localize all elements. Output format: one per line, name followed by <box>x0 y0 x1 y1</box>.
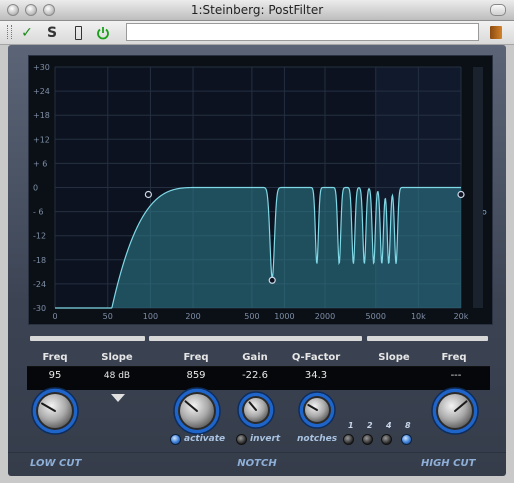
notch-q-label: Q-Factor <box>291 352 341 363</box>
notch-option-4-label: 4 <box>386 421 392 430</box>
power-icon[interactable] <box>94 24 112 42</box>
x-tick-label: 200 <box>185 312 200 321</box>
checkmark-icon[interactable]: ✓ <box>18 24 36 42</box>
eq-graph[interactable]: +30 +24 +18 +12 + 6 0 - 6 -12 -18 -24 -30 0 50 100 200… <box>28 55 493 325</box>
notch-option-8-label: 8 <box>405 421 411 430</box>
y-tick-label: +18 <box>33 111 50 120</box>
highcut-slope-label: Slope <box>378 352 410 363</box>
x-tick-label: 20k <box>454 312 469 321</box>
highcut-freq-knob[interactable] <box>430 386 480 436</box>
book-icon[interactable] <box>490 26 502 39</box>
x-tick-label: 500 <box>244 312 259 321</box>
notch-freq-knob[interactable] <box>172 386 222 436</box>
section-divider <box>8 452 506 453</box>
highcut-range-bar[interactable] <box>367 336 488 341</box>
highcut-handle[interactable] <box>457 190 465 199</box>
y-tick-label: - 6 <box>33 208 44 217</box>
x-tick-label: 10k <box>411 312 426 321</box>
grip-icon <box>7 25 12 39</box>
y-tick-label: -30 <box>33 304 46 313</box>
activate-label: activate <box>184 434 226 444</box>
notch-range-bar[interactable] <box>149 336 362 341</box>
lowcut-freq-knob[interactable] <box>30 386 80 436</box>
x-tick-label: 1000 <box>274 312 294 321</box>
highcut-section-label: HIGH CUT <box>421 458 476 469</box>
toolbar: ✓ S <box>0 21 514 45</box>
notch-gain-value[interactable]: -22.6 <box>236 370 274 381</box>
notch-option-2-led[interactable] <box>362 434 373 445</box>
y-tick-label: -24 <box>33 280 46 289</box>
notch-option-1-led[interactable] <box>343 434 354 445</box>
lowcut-range-bar[interactable] <box>30 336 145 341</box>
notch-gain-label: Gain <box>242 352 268 363</box>
preset-field[interactable] <box>126 23 479 41</box>
y-tick-label: + 6 <box>33 159 47 168</box>
lowcut-freq-label: Freq <box>42 352 68 363</box>
y-tick-label: -18 <box>33 256 46 265</box>
notch-option-4-led[interactable] <box>381 434 392 445</box>
highcut-freq-value[interactable]: --- <box>439 370 473 381</box>
lowcut-slope-value[interactable]: 48 dB <box>93 371 141 381</box>
notch-option-8-led[interactable] <box>401 434 412 445</box>
toolbar-toggle-button[interactable] <box>490 4 506 16</box>
notch-freq-label: Freq <box>183 352 209 363</box>
notches-label: notches <box>297 434 338 444</box>
x-tick-label: 100 <box>143 312 158 321</box>
y-tick-label: +30 <box>33 63 50 72</box>
lowcut-freq-value[interactable]: 95 <box>38 370 72 381</box>
highcut-freq-label: Freq <box>441 352 467 363</box>
x-tick-label: 50 <box>103 312 113 321</box>
y-tick-label: 0 <box>33 184 38 193</box>
slope-dropdown-icon[interactable] <box>111 394 125 402</box>
window-title: 1:Steinberg: PostFilter <box>190 3 324 17</box>
notch-q-value[interactable]: 34.3 <box>299 370 333 381</box>
invert-led[interactable] <box>236 434 247 445</box>
x-tick-label: 5000 <box>366 312 386 321</box>
y-tick-label: +24 <box>33 87 50 96</box>
notch-freq-value[interactable]: 859 <box>179 370 213 381</box>
y-tick-label: +12 <box>33 135 50 144</box>
notch-handle[interactable] <box>268 276 276 284</box>
notch-q-knob[interactable] <box>297 390 337 430</box>
lowcut-slope-label: Slope <box>101 352 133 363</box>
x-tick-label: 2000 <box>315 312 335 321</box>
y-tick-label: -12 <box>33 232 46 241</box>
bracket-icon[interactable] <box>69 24 87 42</box>
notch-option-1-label: 1 <box>348 421 354 430</box>
invert-label: invert <box>250 434 281 444</box>
s-icon[interactable]: S <box>43 24 61 42</box>
notch-gain-knob[interactable] <box>236 390 276 430</box>
activate-led[interactable] <box>170 434 181 445</box>
output-meter <box>473 67 483 308</box>
lowcut-handle[interactable] <box>144 190 152 199</box>
notch-option-2-label: 2 <box>367 421 373 430</box>
x-tick-label: 0 <box>52 312 57 321</box>
